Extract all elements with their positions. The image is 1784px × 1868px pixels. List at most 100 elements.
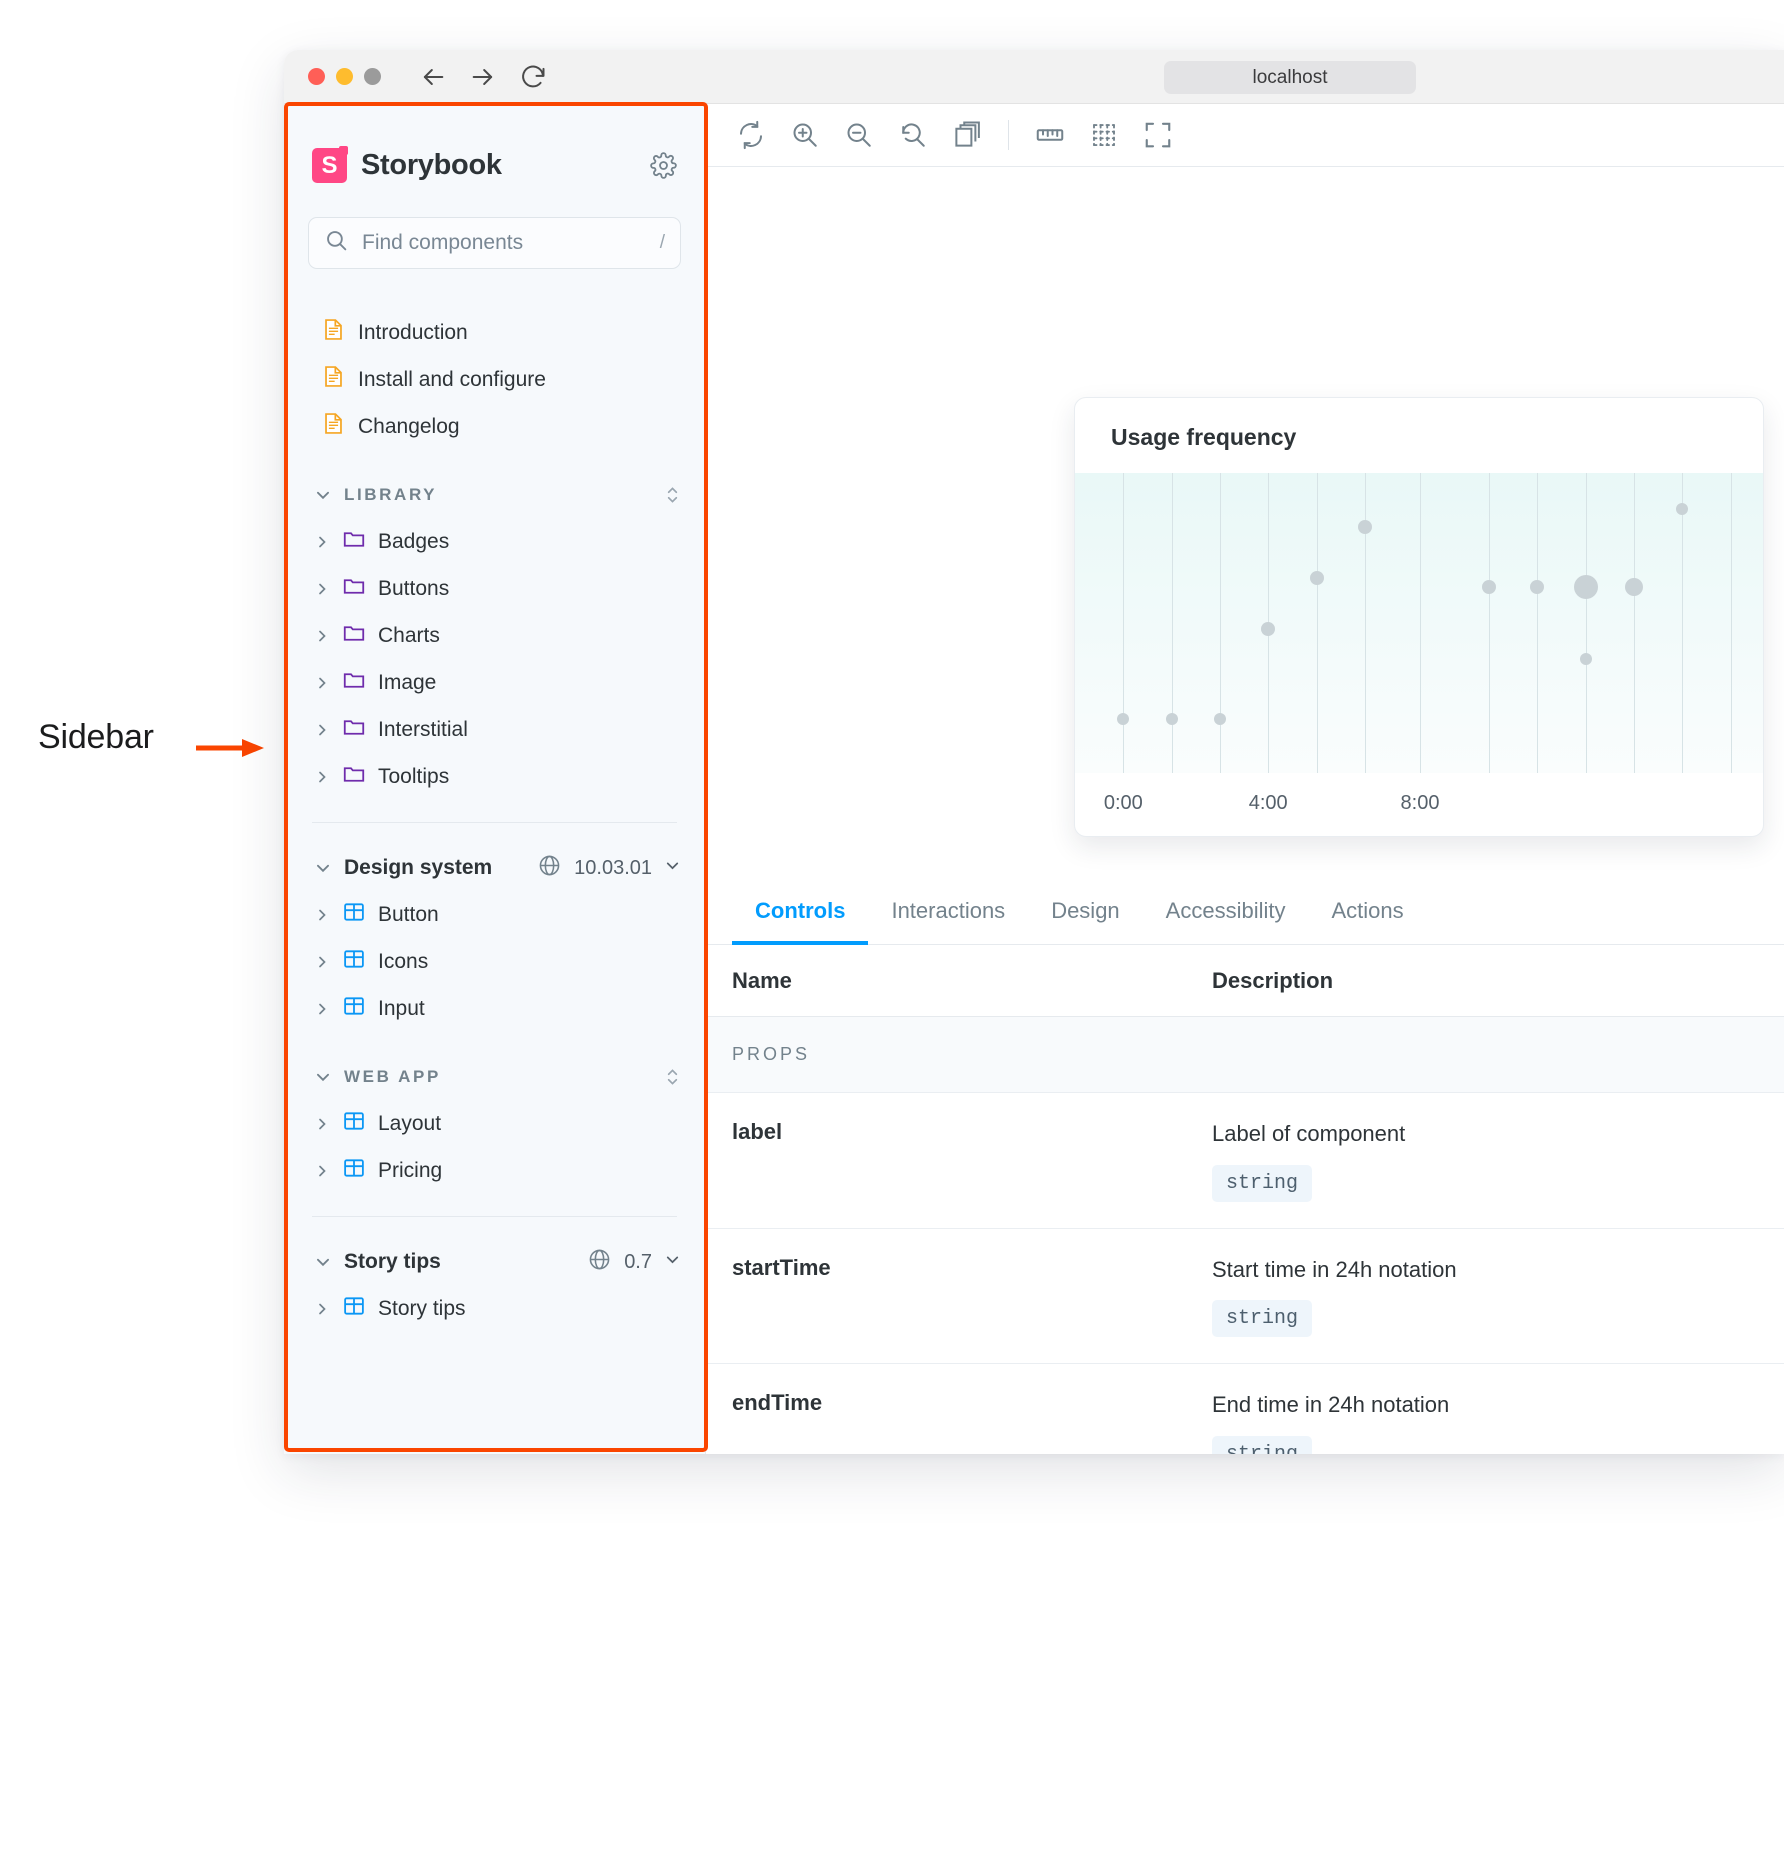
version-selector[interactable]: 10.03.01 [537, 853, 681, 884]
sidebar-item-buttons[interactable]: Buttons [308, 565, 681, 612]
sidebar-item-story-tips[interactable]: Story tips [308, 1285, 681, 1332]
chart-gridline [1420, 473, 1421, 773]
table-row: endTime End time in 24h notation string [706, 1364, 1784, 1454]
chart-data-point [1625, 578, 1643, 596]
tab-label: Interactions [891, 898, 1005, 924]
chevron-right-icon [314, 675, 330, 691]
prop-description-cell: End time in 24h notation string [1212, 1390, 1784, 1454]
zoom-reset-icon[interactable] [886, 108, 940, 162]
chart-data-point [1580, 653, 1592, 665]
outline-icon[interactable] [1131, 108, 1185, 162]
chart-x-tick-label: 8:00 [1401, 792, 1440, 815]
sidebar-item-input[interactable]: Input [308, 985, 681, 1032]
sidebar-item-label: Buttons [378, 577, 449, 601]
chart-gridline [1317, 473, 1318, 773]
remount-icon[interactable] [724, 108, 778, 162]
tab-label: Design [1051, 898, 1119, 924]
grid-icon[interactable] [1077, 108, 1131, 162]
main-panel: Usage frequency 0:004:008:00 Controls In… [706, 104, 1784, 1454]
prop-name: startTime [706, 1255, 1212, 1338]
sidebar-item-changelog[interactable]: Changelog [308, 403, 681, 450]
library-tree: Badges Buttons Charts [308, 518, 681, 800]
design-system-tree: Button Icons Input [308, 891, 681, 1032]
table-header: Name Description [706, 945, 1784, 1017]
sidebar-item-charts[interactable]: Charts [308, 612, 681, 659]
zoom-out-icon[interactable] [832, 108, 886, 162]
sort-icon[interactable] [664, 1066, 681, 1088]
story-canvas: Usage frequency 0:004:008:00 [706, 167, 1784, 878]
chevron-down-icon [314, 1253, 332, 1271]
window-controls[interactable] [308, 68, 381, 85]
measure-icon[interactable] [1023, 108, 1077, 162]
brand-header: S Storybook [308, 148, 681, 183]
sidebar-item-install-and-configure[interactable]: Install and configure [308, 356, 681, 403]
chevron-right-icon [314, 534, 330, 550]
tab-design[interactable]: Design [1028, 878, 1142, 944]
maximize-window-button[interactable] [364, 68, 381, 85]
sidebar-item-introduction[interactable]: Introduction [308, 309, 681, 356]
table-group-props: PROPS [706, 1017, 1784, 1093]
forward-arrow-icon[interactable] [469, 63, 497, 91]
sidebar-item-icons[interactable]: Icons [308, 938, 681, 985]
sidebar-item-label: Icons [378, 950, 428, 974]
minimize-window-button[interactable] [336, 68, 353, 85]
sidebar-item-tooltips[interactable]: Tooltips [308, 753, 681, 800]
chart-gridline [1731, 473, 1732, 773]
version-selector[interactable]: 0.7 [587, 1247, 681, 1278]
tab-label: Controls [755, 898, 845, 924]
tab-controls[interactable]: Controls [732, 878, 868, 944]
sidebar-item-label: Install and configure [358, 368, 546, 392]
section-header-story-tips[interactable]: Story tips 0.7 [308, 1239, 681, 1285]
back-arrow-icon[interactable] [419, 63, 447, 91]
chevron-down-icon [664, 857, 681, 880]
chevron-down-icon [314, 859, 332, 877]
close-window-button[interactable] [308, 68, 325, 85]
search-input[interactable]: Find components / [308, 217, 681, 269]
chart-data-point [1676, 503, 1688, 515]
chart-gridline [1489, 473, 1490, 773]
zoom-in-icon[interactable] [778, 108, 832, 162]
section-header-library[interactable]: LIBRARY [308, 472, 681, 518]
sidebar-divider [312, 822, 677, 823]
chart-x-axis: 0:004:008:00 [1075, 771, 1763, 836]
sidebar-item-badges[interactable]: Badges [308, 518, 681, 565]
chevron-right-icon [314, 1163, 330, 1179]
address-bar[interactable]: localhost [1164, 61, 1416, 94]
component-icon [342, 900, 366, 930]
brand-title: Storybook [361, 149, 502, 182]
chevron-right-icon [314, 722, 330, 738]
sidebar-item-image[interactable]: Image [308, 659, 681, 706]
section-title: WEB APP [344, 1067, 441, 1087]
sidebar-item-label: Input [378, 997, 425, 1021]
sort-icon[interactable] [664, 484, 681, 506]
usage-frequency-chart: Usage frequency 0:004:008:00 [1074, 397, 1764, 837]
section-header-design-system[interactable]: Design system 10.03.01 [308, 845, 681, 891]
addon-tabs: Controls Interactions Design Accessibili… [706, 878, 1784, 945]
chevron-right-icon [314, 581, 330, 597]
chevron-right-icon [314, 1116, 330, 1132]
sidebar-item-label: Charts [378, 624, 440, 648]
prop-type-pill: string [1212, 1165, 1312, 1202]
folder-icon [342, 527, 366, 557]
search-shortcut-hint: / [660, 232, 665, 254]
folder-icon [342, 574, 366, 604]
chart-data-point [1530, 580, 1544, 594]
tab-accessibility[interactable]: Accessibility [1143, 878, 1309, 944]
tab-actions[interactable]: Actions [1308, 878, 1426, 944]
background-icon[interactable] [940, 108, 994, 162]
gear-icon[interactable] [650, 152, 677, 179]
sidebar-item-interstitial[interactable]: Interstitial [308, 706, 681, 753]
tab-interactions[interactable]: Interactions [868, 878, 1028, 944]
prop-type-pill: string [1212, 1300, 1312, 1337]
component-icon [342, 1156, 366, 1186]
sidebar-item-label: Layout [378, 1112, 441, 1136]
folder-icon [342, 621, 366, 651]
chart-data-point [1261, 622, 1275, 636]
reload-icon[interactable] [519, 63, 547, 91]
section-header-web-app[interactable]: WEB APP [308, 1054, 681, 1100]
sidebar-item-layout[interactable]: Layout [308, 1100, 681, 1147]
sidebar-item-button[interactable]: Button [308, 891, 681, 938]
column-header-name: Name [706, 968, 1212, 994]
sidebar-item-pricing[interactable]: Pricing [308, 1147, 681, 1194]
section-title: Design system [344, 856, 492, 880]
